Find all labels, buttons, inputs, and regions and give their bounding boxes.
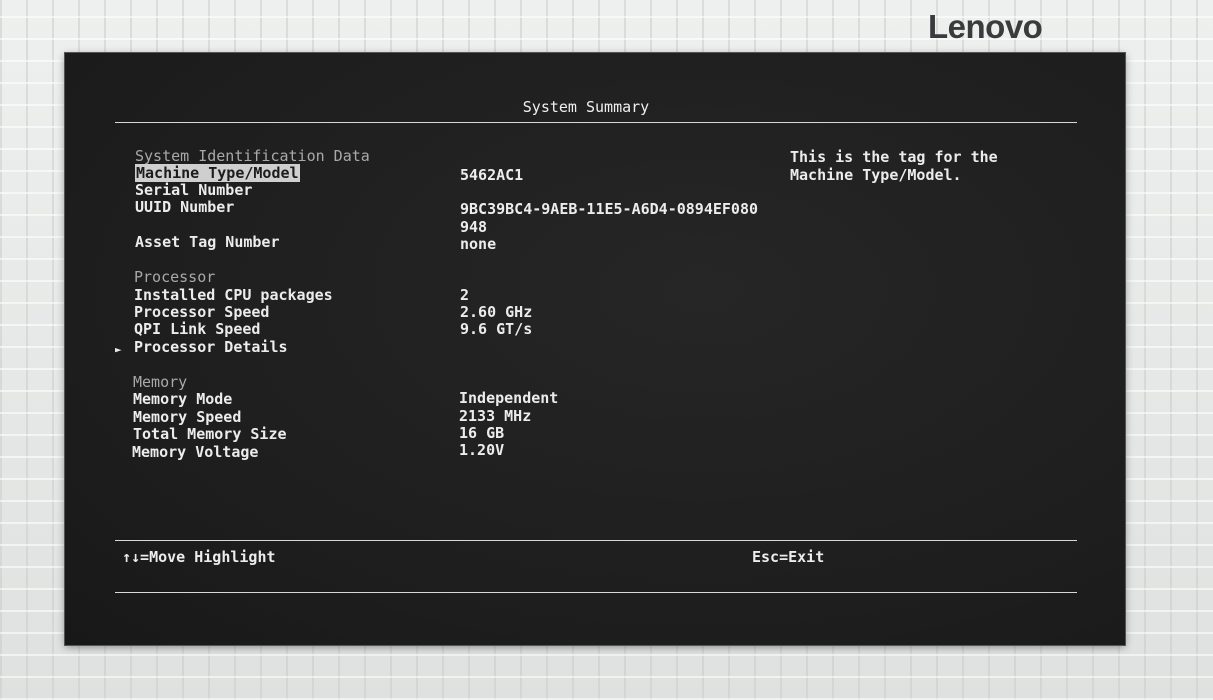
footer-bottom-divider <box>115 592 1077 593</box>
menu-item-total-memory[interactable]: Total Memory Size <box>133 426 287 443</box>
memory-voltage-value: 1.20V <box>459 441 505 459</box>
menu-item-uuid[interactable]: UUID Number <box>135 199 234 216</box>
menu-item-processor-details[interactable]: Processor Details <box>134 339 288 356</box>
help-text-line2: Machine Type/Model. <box>790 166 962 184</box>
section-header-memory: Memory <box>133 373 188 391</box>
menu-item-processor-speed[interactable]: Processor Speed <box>134 304 269 321</box>
qpi-link-speed-value: 9.6 GT/s <box>460 320 533 338</box>
help-text-line1: This is the tag for the <box>790 148 998 166</box>
uuid-value-line2: 948 <box>460 218 488 236</box>
memory-mode-value: Independent <box>459 389 559 407</box>
top-divider <box>115 122 1077 123</box>
page-title: System Summary <box>522 98 650 116</box>
cpu-packages-value: 2 <box>460 286 470 304</box>
memory-speed-value: 2133 MHz <box>459 407 532 425</box>
menu-item-memory-mode[interactable]: Memory Mode <box>133 391 232 408</box>
menu-item-asset-tag[interactable]: Asset Tag Number <box>135 234 280 251</box>
bios-screen: System Summary System Identification Dat… <box>65 53 1125 645</box>
submenu-arrow-icon: ► <box>115 343 122 356</box>
menu-item-machine-type[interactable]: Machine Type/Model <box>135 164 300 182</box>
asset-tag-value: none <box>460 235 497 253</box>
menu-item-cpu-packages[interactable]: Installed CPU packages <box>134 287 333 304</box>
menu-item-qpi-link-speed[interactable]: QPI Link Speed <box>134 321 260 338</box>
machine-type-label: Machine Type/Model <box>135 164 300 182</box>
section-header-system: System Identification Data <box>135 147 370 165</box>
move-highlight-hint: ↑↓=Move Highlight <box>122 548 276 566</box>
exit-hint: Esc=Exit <box>752 548 825 566</box>
menu-item-memory-speed[interactable]: Memory Speed <box>133 409 241 426</box>
processor-speed-value: 2.60 GHz <box>460 303 533 321</box>
total-memory-value: 16 GB <box>459 424 505 442</box>
uuid-value-line1: 9BC39BC4-9AEB-11E5-A6D4-0894EF080 <box>460 200 759 218</box>
brand-logo: Lenovo <box>928 8 1043 45</box>
menu-item-memory-voltage[interactable]: Memory Voltage <box>132 444 258 461</box>
machine-type-value: 5462AC1 <box>460 166 524 184</box>
menu-item-serial-number[interactable]: Serial Number <box>135 182 252 199</box>
footer-top-divider <box>115 540 1077 541</box>
section-header-processor: Processor <box>134 268 216 286</box>
